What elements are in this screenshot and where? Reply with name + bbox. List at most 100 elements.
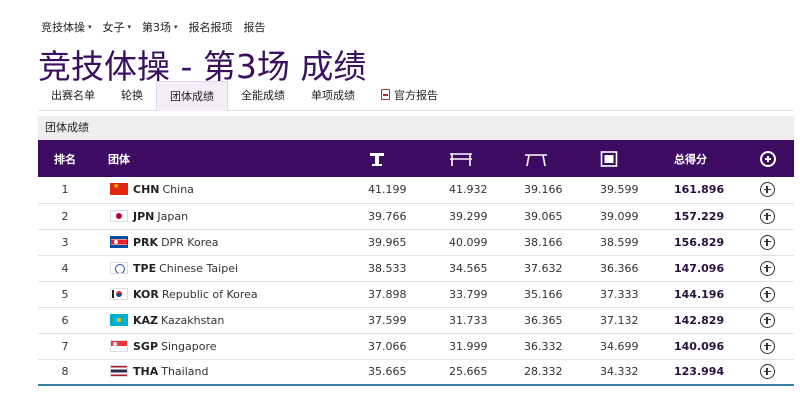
table-row[interactable]: 5 KOR Republic of Korea 37.898 33.799 35.166 3… <box>38 281 794 307</box>
balance-beam-score: 36.332 <box>524 339 563 353</box>
uneven-bars-score: 33.799 <box>449 287 488 301</box>
expand-row-icon[interactable] <box>760 364 775 380</box>
topnav-item-label: 报告 <box>243 21 266 34</box>
table-row[interactable]: 2 JPN Japan 39.766 39.299 39.065 39.099 157.229 <box>38 203 794 229</box>
topnav-item-2[interactable]: 第3场 ▾ <box>142 19 178 35</box>
table-row[interactable]: 8 THA Thailand 35.665 25.665 28.332 34.332 123.… <box>38 359 794 385</box>
balance-beam-score: 28.332 <box>524 365 563 379</box>
rank-cell: 1 <box>61 183 69 197</box>
team-results-table: 排名 团体 总得分 1 CHNChina 41.199 41.932 39.166 39.… <box>38 140 794 386</box>
balance-beam-score: 36.365 <box>524 313 563 327</box>
country-name: Japan <box>157 209 189 223</box>
uneven-bars-header <box>435 140 510 177</box>
rank-cell: 7 <box>61 339 69 353</box>
expand-all-header[interactable] <box>754 140 794 177</box>
tab-5[interactable]: 官方报告 <box>368 81 451 111</box>
vault-score: 35.665 <box>368 365 407 379</box>
tab-label: 团体成绩 <box>170 90 214 103</box>
vault-score: 37.066 <box>368 339 407 353</box>
table-row[interactable]: 3 PRK DPR Korea 39.965 40.099 38.166 38.599 156… <box>38 229 794 255</box>
flag-icon <box>110 287 128 300</box>
uneven-bars-score: 31.999 <box>449 339 488 353</box>
total-score: 144.196 <box>674 287 725 301</box>
vault-header <box>354 140 435 177</box>
tab-0[interactable]: 出赛名单 <box>38 81 108 111</box>
pdf-icon <box>381 89 390 100</box>
balance-beam-score: 37.632 <box>524 261 563 275</box>
floor-exercise-icon <box>600 150 618 167</box>
expand-row-icon[interactable] <box>760 208 775 224</box>
balance-beam-header <box>510 140 586 177</box>
country-code: CHN <box>133 183 160 197</box>
expand-row-cell[interactable] <box>754 203 794 229</box>
expand-row-cell[interactable] <box>754 359 794 385</box>
country-code: JPN <box>133 209 155 223</box>
table-row[interactable]: 7 SGP Singapore 37.066 31.999 36.332 34.699 140… <box>38 333 794 359</box>
total-score: 140.096 <box>674 339 725 353</box>
expand-row-icon[interactable] <box>760 260 775 276</box>
tab-label: 全能成绩 <box>241 89 285 102</box>
flag-icon <box>110 235 128 248</box>
topnav-item-1[interactable]: 女子 ▾ <box>103 19 132 35</box>
vault-score: 39.965 <box>368 235 407 249</box>
team-cell: THA Thailand <box>92 359 354 385</box>
table-header-row: 排名 团体 总得分 <box>38 140 794 177</box>
topnav-item-3[interactable]: 报名报项 <box>189 19 233 35</box>
topnav-item-label: 竞技体操 <box>41 21 85 34</box>
floor-exercise-score: 34.332 <box>600 365 639 379</box>
country-code: SGP <box>133 339 159 353</box>
table-row[interactable]: 1 CHNChina 41.199 41.932 39.166 39.599 161.896 <box>38 177 794 203</box>
country-code: KAZ <box>133 313 159 327</box>
topnav-item-label: 报名报项 <box>188 21 233 34</box>
country-name: China <box>162 183 194 197</box>
table-row[interactable]: 6 KAZ Kazakhstan 37.599 31.733 36.365 37.132 14… <box>38 307 794 333</box>
floor-exercise-header <box>586 140 656 177</box>
section-title: 团体成绩 <box>38 116 794 140</box>
rank-cell: 2 <box>61 209 69 223</box>
uneven-bars-score: 40.099 <box>449 235 488 249</box>
flag-icon <box>110 313 128 326</box>
team-cell: PRK DPR Korea <box>92 229 354 255</box>
topnav-item-label: 第3场 <box>142 21 172 34</box>
expand-row-cell[interactable] <box>754 281 794 307</box>
expand-row-cell[interactable] <box>754 333 794 359</box>
tab-1[interactable]: 轮换 <box>108 81 156 111</box>
team-cell: SGP Singapore <box>92 333 354 359</box>
expand-row-cell[interactable] <box>754 307 794 333</box>
floor-exercise-score: 39.599 <box>600 183 639 197</box>
total-header: 总得分 <box>674 152 707 166</box>
balance-beam-score: 39.166 <box>524 183 563 197</box>
flag-icon <box>110 183 128 196</box>
tab-label: 轮换 <box>121 89 143 102</box>
expand-row-icon[interactable] <box>760 286 775 302</box>
country-code: THA <box>133 365 159 379</box>
country-code: KOR <box>133 287 159 301</box>
table-row[interactable]: 4 TPE Chinese Taipei 38.533 34.565 37.632 36.3… <box>38 255 794 281</box>
country-name: DPR Korea <box>161 235 219 249</box>
expand-row-icon[interactable] <box>760 234 775 250</box>
tab-4[interactable]: 单项成绩 <box>298 81 368 111</box>
expand-row-cell[interactable] <box>754 229 794 255</box>
expand-row-icon[interactable] <box>760 338 775 354</box>
country-code: PRK <box>133 235 159 249</box>
total-score: 161.896 <box>674 183 725 197</box>
floor-exercise-score: 39.099 <box>600 209 639 223</box>
expand-row-icon[interactable] <box>760 182 775 198</box>
uneven-bars-score: 41.932 <box>449 183 488 197</box>
expand-row-cell[interactable] <box>754 255 794 281</box>
expand-all-icon[interactable] <box>760 150 776 167</box>
tab-2[interactable]: 团体成绩 <box>156 81 228 111</box>
topnav-item-0[interactable]: 竞技体操 ▾ <box>41 19 92 35</box>
result-tabs: 出赛名单 轮换 团体成绩 全能成绩 单项成绩 官方报告 <box>38 81 794 111</box>
country-name: Singapore <box>161 339 217 353</box>
uneven-bars-score: 39.299 <box>449 209 488 223</box>
chevron-down-icon: ▾ <box>127 23 132 31</box>
rank-cell: 3 <box>61 235 69 249</box>
chevron-down-icon: ▾ <box>174 23 178 31</box>
expand-row-cell[interactable] <box>754 177 794 203</box>
tab-3[interactable]: 全能成绩 <box>228 81 298 111</box>
expand-row-icon[interactable] <box>760 312 775 328</box>
rank-header: 排名 <box>54 152 76 166</box>
total-score: 156.829 <box>674 235 725 249</box>
topnav-item-4[interactable]: 报告 <box>244 19 266 35</box>
